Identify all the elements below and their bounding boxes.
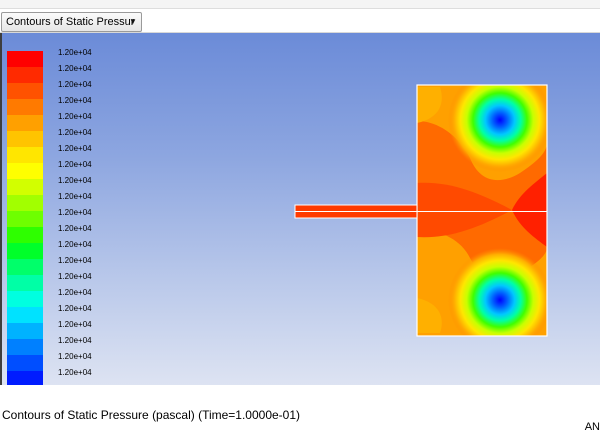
vendor-logo-text: AN: [584, 421, 600, 433]
chevron-down-icon[interactable]: ▼: [125, 13, 141, 31]
status-footer: Contours of Static Pressure (pascal) (Ti…: [0, 385, 600, 439]
toolbar: Contours of Static Pressur ▼: [0, 0, 600, 33]
graphics-viewport[interactable]: 1.20e+04 1.20e+04 1.20e+04 1.20e+04 1.20e+04…: [0, 33, 600, 385]
display-selector-dropdown[interactable]: Contours of Static Pressur ▼: [1, 12, 142, 32]
contour-domain-fill: [417, 85, 547, 336]
pressure-contour-plot[interactable]: [0, 33, 600, 385]
plot-caption: Contours of Static Pressure (pascal) (Ti…: [2, 408, 301, 422]
toolbar-top-strip: [0, 0, 600, 9]
display-selector-value: Contours of Static Pressur: [6, 16, 135, 28]
